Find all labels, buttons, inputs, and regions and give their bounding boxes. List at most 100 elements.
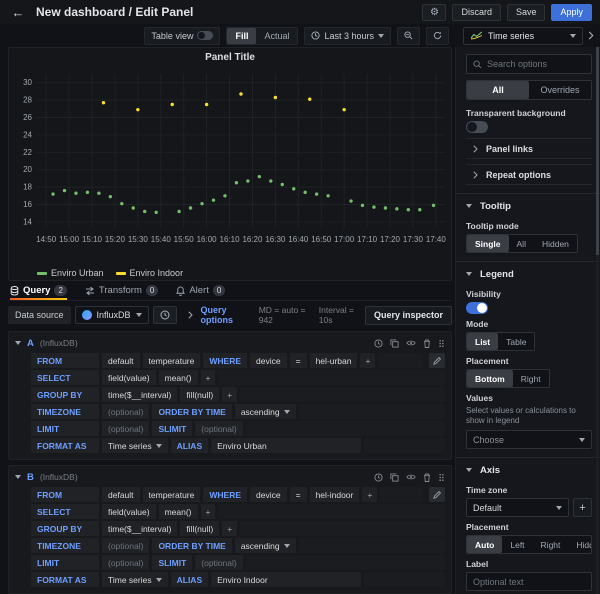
history-clock-icon[interactable]: [374, 339, 383, 348]
trash-icon[interactable]: [423, 339, 431, 348]
query-segment[interactable]: field(value): [102, 504, 156, 519]
query-optional-field[interactable]: (optional): [102, 555, 149, 570]
tab-transform[interactable]: Transform0: [85, 285, 158, 300]
seg-option-fill[interactable]: Fill: [227, 28, 256, 44]
query-keyword[interactable]: WHERE: [203, 487, 247, 502]
query-keyword[interactable]: ORDER BY TIME: [152, 404, 231, 419]
query-keyword[interactable]: ALIAS: [171, 438, 209, 453]
query-segment[interactable]: field(value): [102, 370, 156, 385]
add-segment-button[interactable]: +: [362, 487, 377, 502]
pencil-icon[interactable]: [429, 487, 445, 502]
query-segment[interactable]: hel-urban: [310, 353, 358, 368]
viz-type-select[interactable]: Time series: [463, 27, 583, 45]
options-search[interactable]: [466, 54, 592, 74]
seg-option-single[interactable]: Single: [467, 235, 509, 252]
scatter-chart[interactable]: 14161820222426283014:5015:0015:1015:2015…: [11, 66, 451, 266]
drag-handle-icon[interactable]: [438, 339, 445, 348]
query-segment[interactable]: device: [250, 487, 287, 502]
collapse-options-chevron-icon[interactable]: [587, 31, 594, 40]
discard-button[interactable]: Discard: [452, 4, 501, 21]
query-keyword[interactable]: ORDER BY TIME: [152, 538, 231, 553]
add-segment-button[interactable]: +: [360, 353, 375, 368]
query-segment[interactable]: =: [290, 487, 307, 502]
axis-label-input[interactable]: [466, 572, 592, 591]
query-segment[interactable]: time($__interval): [102, 521, 177, 536]
query-keyword[interactable]: SLIMIT: [152, 421, 192, 436]
query-optional-field[interactable]: (optional): [102, 538, 149, 553]
query-segment[interactable]: default: [102, 487, 140, 502]
add-segment-button[interactable]: +: [222, 521, 237, 536]
drag-handle-icon[interactable]: [438, 473, 445, 482]
options-search-input[interactable]: [487, 59, 585, 69]
add-segment-button[interactable]: +: [201, 504, 216, 519]
query-segment[interactable]: mean(): [159, 504, 198, 519]
seg-option-right[interactable]: Right: [513, 370, 549, 387]
query-segment[interactable]: fill(null): [180, 521, 219, 536]
query-select[interactable]: Time series: [102, 438, 168, 453]
query-header[interactable]: B(InfluxDB): [15, 469, 445, 485]
datasource-select[interactable]: InfluxDB: [75, 306, 149, 324]
query-keyword[interactable]: WHERE: [203, 353, 247, 368]
query-history-button[interactable]: [153, 306, 177, 324]
repeat-options-section[interactable]: Repeat options: [466, 164, 592, 185]
seg-option-hidden[interactable]: Hidden: [534, 235, 577, 252]
query-segment[interactable]: fill(null): [180, 387, 219, 402]
back-arrow-icon[interactable]: ←: [8, 3, 28, 21]
seg-option-actual[interactable]: Actual: [256, 28, 297, 44]
seg-option-table[interactable]: Table: [498, 333, 534, 350]
pencil-icon[interactable]: [429, 353, 445, 368]
history-clock-icon[interactable]: [374, 473, 383, 482]
seg-option-all[interactable]: All: [467, 81, 529, 99]
query-options-link[interactable]: Query options: [201, 305, 251, 325]
query-header[interactable]: A(InfluxDB): [15, 335, 445, 351]
query-segment[interactable]: temperature: [143, 353, 201, 368]
axis-timezone-add-button[interactable]: +: [573, 498, 592, 517]
zoom-out-time-button[interactable]: [397, 27, 420, 45]
trash-icon[interactable]: [423, 473, 431, 482]
query-optional-field[interactable]: (optional): [102, 404, 149, 419]
table-view-toggle-group[interactable]: Table view: [144, 27, 220, 45]
refresh-button[interactable]: [426, 27, 449, 45]
query-segment[interactable]: hel-indoor: [310, 487, 360, 502]
dashboard-settings-button[interactable]: ⚙: [422, 4, 446, 21]
query-optional-field[interactable]: (optional): [195, 421, 242, 436]
tab-alert[interactable]: Alert0: [176, 285, 225, 300]
tab-query[interactable]: Query2: [10, 285, 67, 300]
query-segment[interactable]: mean(): [159, 370, 198, 385]
duplicate-icon[interactable]: [390, 473, 399, 482]
query-segment[interactable]: temperature: [143, 487, 201, 502]
seg-option-left[interactable]: Left: [502, 536, 532, 553]
chevron-right-icon[interactable]: [187, 311, 193, 319]
query-optional-field[interactable]: (optional): [195, 555, 242, 570]
add-segment-button[interactable]: +: [201, 370, 216, 385]
tooltip-section-header[interactable]: Tooltip: [466, 196, 592, 216]
sidebar-scrollbar-thumb[interactable]: [596, 47, 599, 255]
query-segment[interactable]: device: [250, 353, 287, 368]
query-alias-input[interactable]: Enviro Urban: [211, 438, 361, 453]
seg-option-list[interactable]: List: [467, 333, 498, 350]
add-segment-button[interactable]: +: [222, 387, 237, 402]
query-segment[interactable]: =: [290, 353, 307, 368]
query-select[interactable]: ascending: [235, 538, 296, 553]
duplicate-icon[interactable]: [390, 339, 399, 348]
query-segment[interactable]: time($__interval): [102, 387, 177, 402]
seg-option-auto[interactable]: Auto: [467, 536, 502, 553]
query-keyword[interactable]: SLIMIT: [152, 555, 192, 570]
legend-visibility-toggle[interactable]: [466, 302, 488, 314]
query-keyword[interactable]: ALIAS: [171, 572, 209, 587]
eye-icon[interactable]: [406, 473, 416, 481]
apply-button[interactable]: Apply: [551, 4, 592, 21]
query-optional-field[interactable]: (optional): [102, 421, 149, 436]
transparent-bg-toggle[interactable]: [466, 121, 488, 133]
seg-option-right[interactable]: Right: [533, 536, 569, 553]
legend-item[interactable]: Enviro Indoor: [116, 268, 184, 278]
query-alias-input[interactable]: Enviro Indoor: [211, 572, 361, 587]
legend-item[interactable]: Enviro Urban: [37, 268, 104, 278]
seg-option-all[interactable]: All: [509, 235, 534, 252]
eye-icon[interactable]: [406, 339, 416, 347]
seg-option-hidden[interactable]: Hidden: [568, 536, 592, 553]
query-select[interactable]: ascending: [235, 404, 296, 419]
seg-option-overrides[interactable]: Overrides: [529, 81, 591, 99]
query-inspector-button[interactable]: Query inspector: [365, 306, 452, 325]
table-view-toggle[interactable]: [197, 31, 213, 40]
